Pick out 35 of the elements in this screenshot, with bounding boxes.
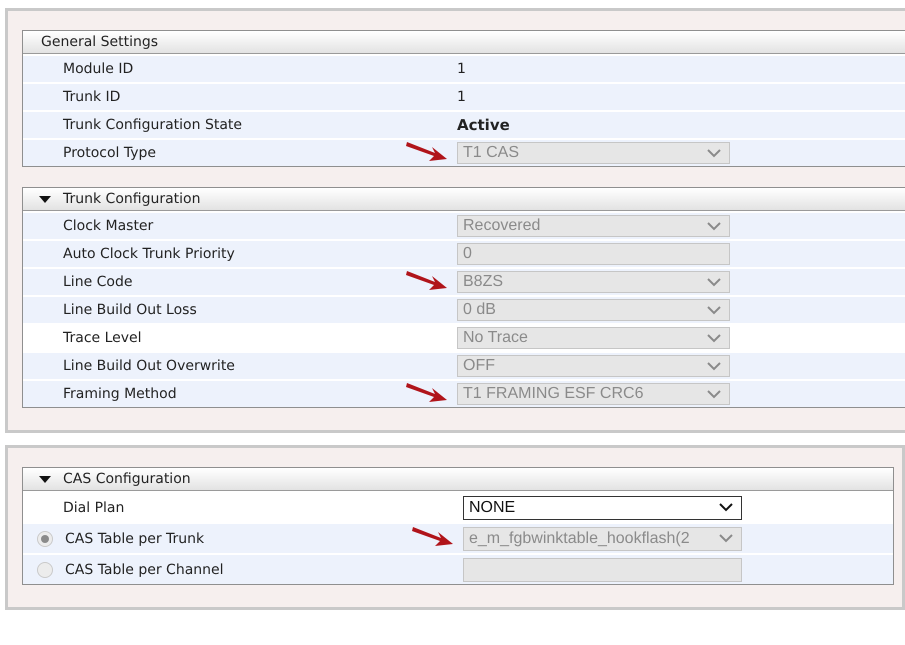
chevron-down-icon (707, 306, 721, 314)
field-label: Protocol Type (63, 145, 156, 161)
chevron-down-icon (707, 362, 721, 370)
field-label: Trunk Configuration State (63, 117, 242, 133)
field-label: Module ID (63, 61, 134, 77)
field-label: Dial Plan (63, 500, 124, 516)
field-value: Active (457, 116, 510, 134)
field-label: Auto Clock Trunk Priority (63, 246, 235, 262)
field-label: CAS Table per Channel (65, 562, 224, 578)
chevron-down-icon (719, 534, 733, 543)
collapse-triangle-icon (39, 196, 51, 202)
field-label: Line Build Out Overwrite (63, 358, 235, 374)
chevron-down-icon (719, 503, 733, 512)
dropdown[interactable]: NONE (463, 496, 742, 520)
section-header[interactable]: CAS Configuration (23, 468, 893, 491)
chevron-down-icon (707, 278, 721, 286)
field-label: Trace Level (63, 330, 142, 346)
section-title: CAS Configuration (63, 471, 191, 487)
section-title: Trunk Configuration (63, 191, 200, 207)
field-label: Clock Master (63, 218, 154, 234)
field-value: 1 (457, 89, 466, 105)
chevron-down-icon (707, 334, 721, 342)
radio-button[interactable] (37, 530, 53, 546)
chevron-down-icon (707, 148, 721, 158)
collapse-triangle-icon (39, 476, 51, 482)
chevron-down-icon (707, 222, 721, 230)
field-label: Line Build Out Loss (63, 302, 197, 318)
section-header[interactable]: Trunk Configuration (23, 188, 905, 211)
field-label: CAS Table per Trunk (65, 530, 204, 546)
field-label: Line Code (63, 274, 132, 290)
field-label: Framing Method (63, 386, 177, 402)
section-title: General Settings (41, 34, 158, 50)
field-label: Trunk ID (63, 89, 120, 105)
chevron-down-icon (707, 390, 721, 398)
field-value: 1 (457, 61, 466, 77)
